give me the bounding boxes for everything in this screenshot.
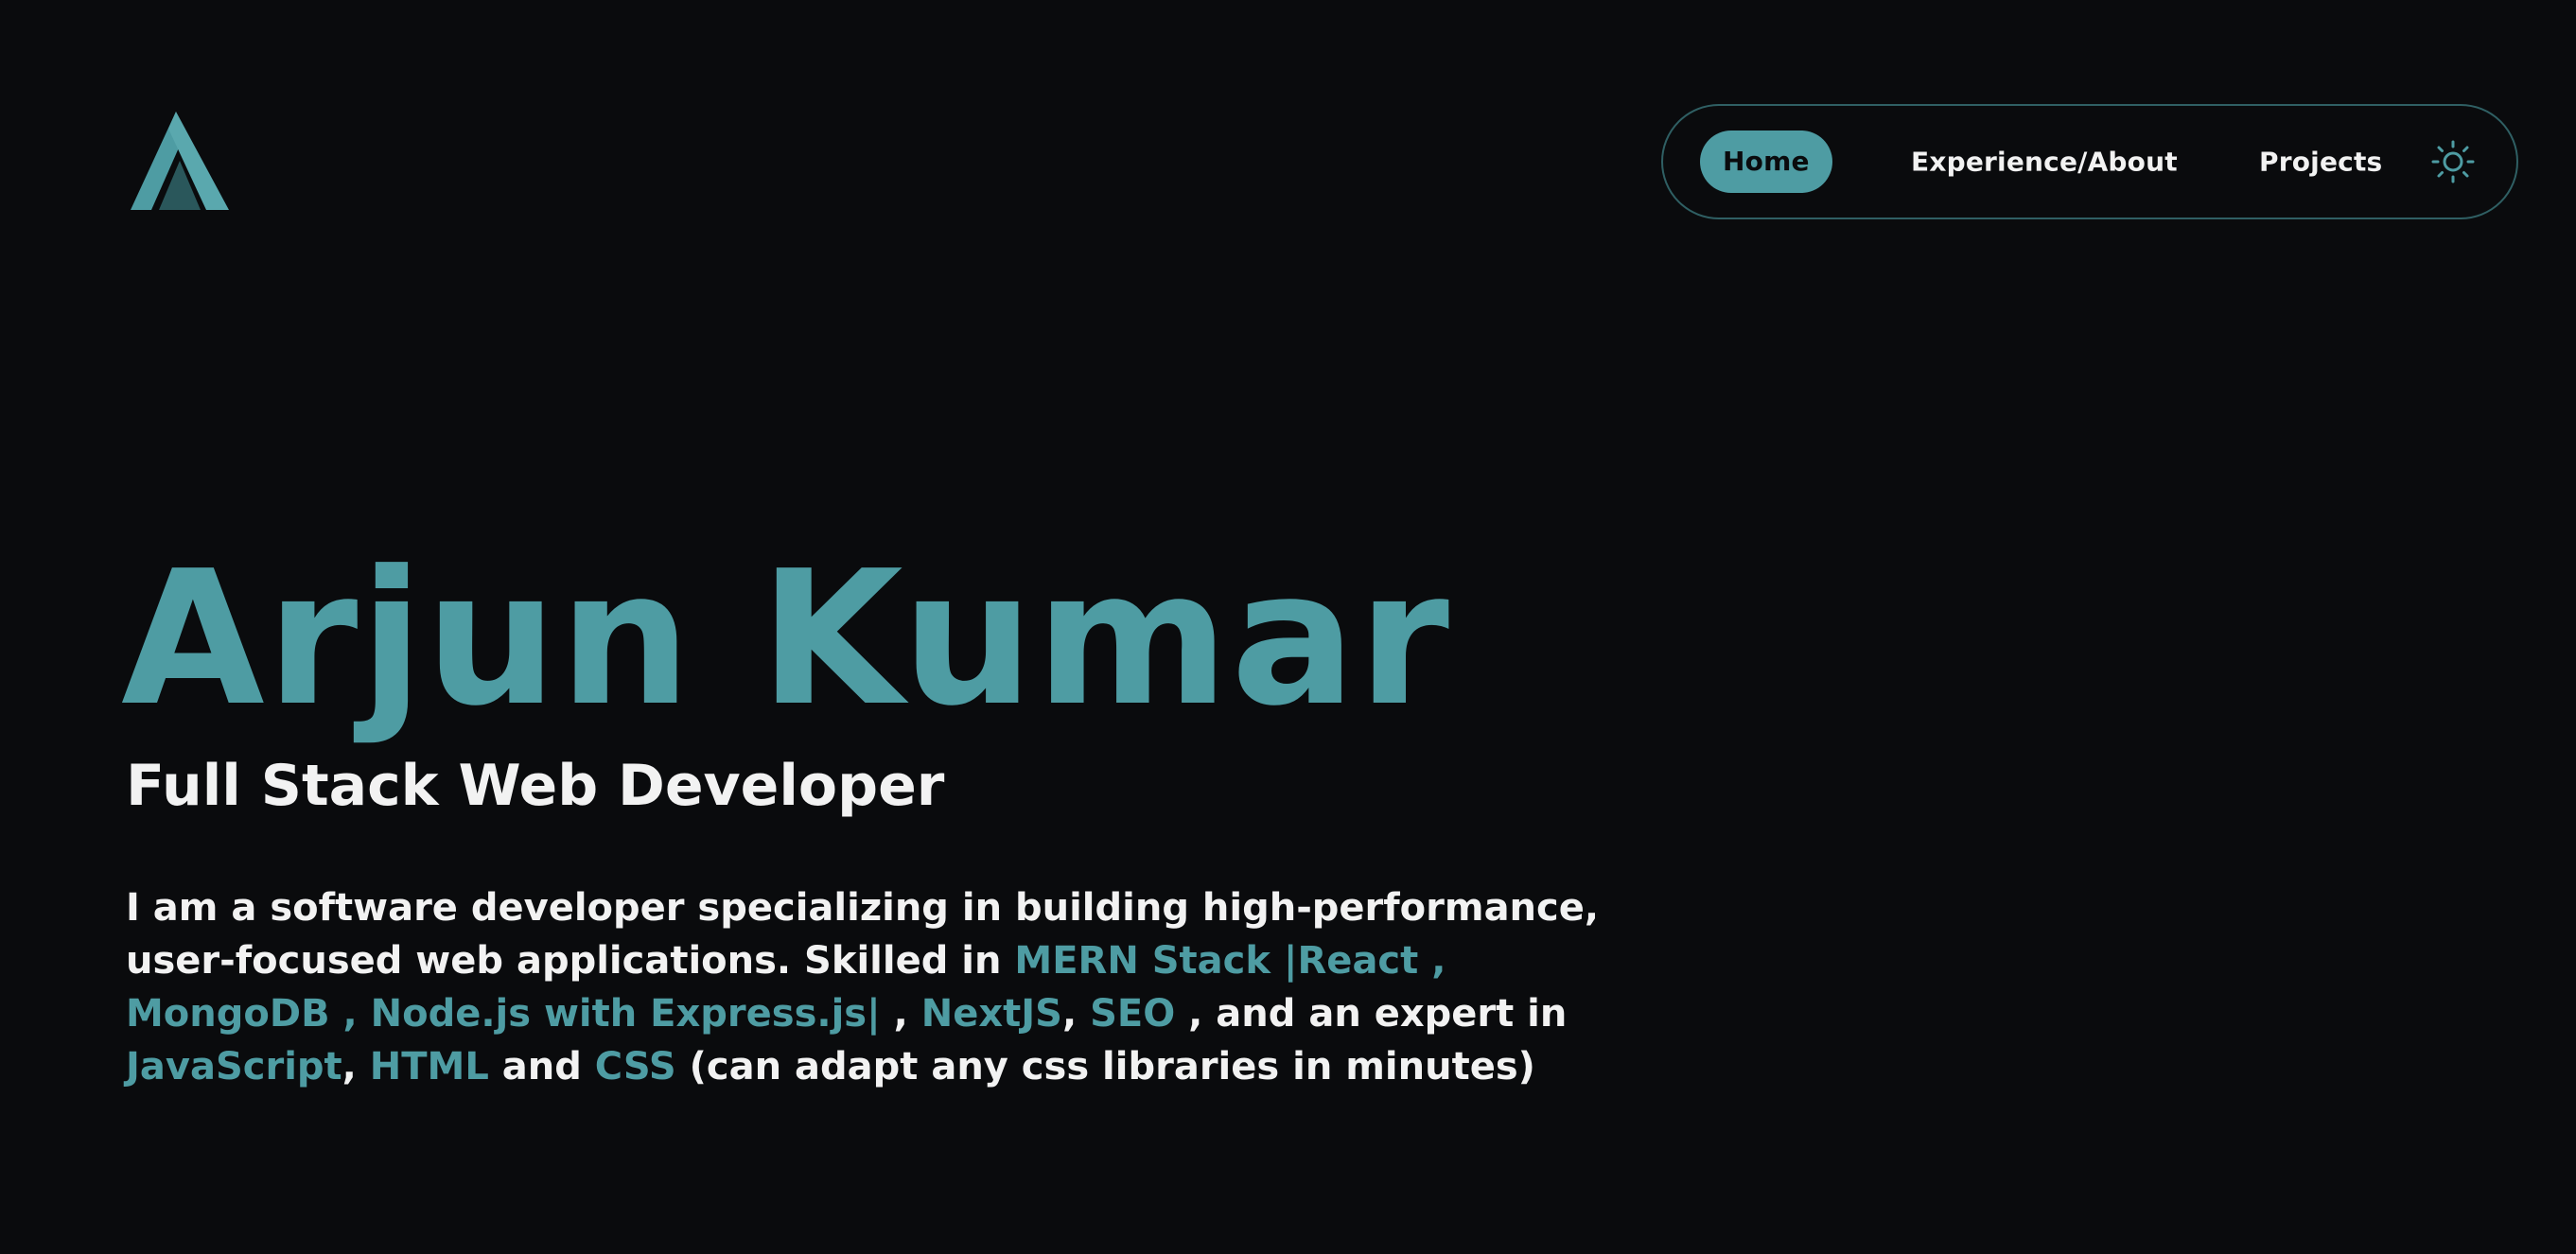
bio-skill-javascript: JavaScript <box>126 1045 342 1089</box>
bio-skill-css: CSS <box>594 1045 676 1089</box>
bio-text: , <box>1061 992 1091 1036</box>
bio-text: , <box>880 992 921 1036</box>
main-nav: Home Experience/About Projects <box>1661 104 2518 219</box>
nav-home[interactable]: Home <box>1700 131 1832 193</box>
logo-a-icon[interactable] <box>131 112 229 212</box>
bio-text: , <box>342 1045 370 1089</box>
hero-bio: I am a software developer specializing i… <box>126 881 1602 1093</box>
bio-skill-seo: SEO <box>1090 992 1176 1036</box>
page: Home Experience/About Projects Arjun Kum… <box>0 0 2576 1254</box>
bio-text: , and an expert in <box>1175 992 1568 1036</box>
sun-icon[interactable] <box>2431 140 2475 183</box>
bio-text: (can adapt any css libraries in minutes) <box>675 1045 1535 1089</box>
bio-skill-nextjs: NextJS <box>920 992 1062 1036</box>
hero-name: Arjun Kumar <box>121 531 1451 747</box>
bio-text: and <box>488 1045 595 1089</box>
hero-role: Full Stack Web Developer <box>126 753 945 819</box>
bio-skill-html: HTML <box>369 1045 489 1089</box>
nav-experience-about[interactable]: Experience/About <box>1911 147 2178 178</box>
nav-projects[interactable]: Projects <box>2259 147 2382 178</box>
